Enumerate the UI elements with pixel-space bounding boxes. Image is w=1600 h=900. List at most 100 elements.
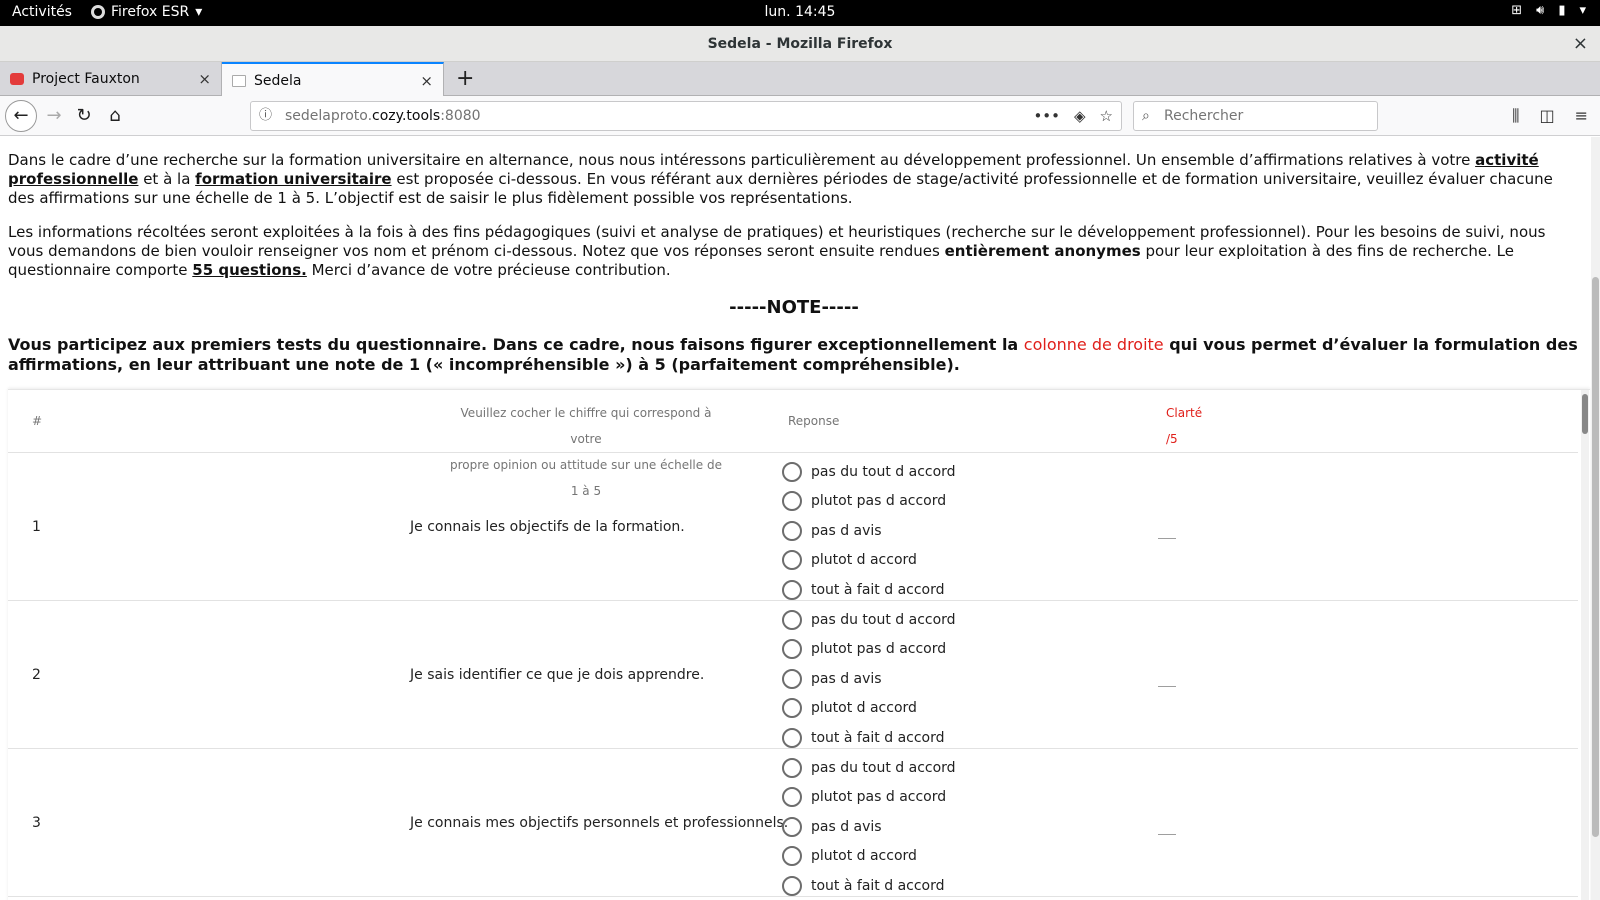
tab-sedela[interactable]: Sedela × (222, 62, 444, 97)
hamburger-menu-icon[interactable]: ≡ (1575, 102, 1588, 130)
question-number: 1 (32, 519, 41, 535)
tab-project-fauxton[interactable]: Project Fauxton × (0, 62, 222, 96)
radio-button[interactable] (782, 698, 802, 719)
note-red-highlight: colonne de droite (1023, 335, 1164, 354)
radio-button[interactable] (782, 846, 802, 867)
page-content: Dans le cadre d’une recherche sur la for… (0, 137, 1600, 900)
url-bar[interactable]: ⓘ sedelaproto.cozy.tools:8080 ••• ◈ ☆ (250, 101, 1122, 131)
header-question-line: Veuillez cocher le chiffre qui correspon… (460, 406, 712, 446)
chevron-down-icon: ▾ (1579, 3, 1586, 18)
option-label: pas du tout d accord (811, 611, 956, 628)
option-label: tout à fait d accord (811, 729, 945, 746)
site-info-icon[interactable]: ⓘ (259, 102, 272, 130)
radio-button[interactable] (782, 816, 802, 837)
search-input[interactable] (1164, 106, 1364, 126)
clarity-input[interactable] (1158, 833, 1176, 835)
clock[interactable]: lun. 14:45 (765, 4, 836, 20)
option[interactable]: tout à fait d accord (782, 871, 956, 900)
option-label: tout à fait d accord (811, 877, 945, 894)
activities-button[interactable]: Activités (12, 4, 72, 20)
volume-icon: 🔊︎ (1536, 3, 1545, 18)
app-menu[interactable]: Firefox ESR ▾ (91, 4, 202, 20)
bookmark-star-icon[interactable]: ☆ (1100, 102, 1113, 130)
url-port: :8080 (440, 108, 481, 124)
note-text: Vous participez aux premiers tests du qu… (8, 335, 1580, 375)
option[interactable]: pas du tout d accord (782, 753, 956, 783)
option[interactable]: pas du tout d accord (782, 457, 956, 487)
tab-bar: Project Fauxton × Sedela × + (0, 62, 1600, 97)
radio-button[interactable] (782, 727, 802, 748)
system-tray[interactable]: ⊞ 🔊︎ ▮ ▾ (1511, 3, 1586, 18)
pocket-icon[interactable]: ◈ (1074, 102, 1086, 130)
tab-close-icon[interactable]: × (198, 70, 211, 88)
tab-label: Project Fauxton (32, 71, 140, 87)
text-span: Dans le cadre d’une recherche sur la for… (8, 151, 1476, 169)
option[interactable]: plutot d accord (782, 546, 956, 576)
system-top-bar: Activités Firefox ESR ▾ lun. 14:45 ⊞ 🔊︎ … (0, 0, 1600, 26)
tab-label: Sedela (254, 72, 302, 89)
url-host-prefix: sedelaproto. (285, 108, 373, 124)
response-options: pas du tout d accord plutot pas d accord… (782, 753, 956, 900)
url-text[interactable]: sedelaproto.cozy.tools:8080 (285, 102, 481, 130)
radio-button[interactable] (782, 491, 802, 512)
option[interactable]: pas du tout d accord (782, 605, 956, 635)
option-label: plutot pas d accord (811, 493, 947, 510)
chevron-down-icon: ▾ (195, 4, 203, 20)
text-span: Merci d’avance de votre précieuse contri… (306, 261, 671, 279)
radio-button[interactable] (782, 550, 802, 571)
radio-button[interactable] (782, 787, 802, 808)
intro-paragraph-1: Dans le cadre d’une recherche sur la for… (8, 151, 1580, 208)
home-button[interactable]: ⌂ (101, 102, 129, 130)
option[interactable]: plutot d accord (782, 842, 956, 872)
option[interactable]: pas d avis (782, 812, 956, 842)
page-scrollbar-thumb[interactable] (1592, 277, 1599, 837)
option[interactable]: plutot pas d accord (782, 783, 956, 813)
response-options: pas du tout d accord plutot pas d accord… (782, 605, 956, 753)
header-clarity: Clarté /5 (1166, 400, 1202, 452)
library-icon[interactable]: ⫼ (1512, 102, 1519, 130)
table-scrollbar[interactable] (1581, 390, 1589, 900)
page-scrollbar[interactable] (1591, 137, 1600, 900)
radio-button[interactable] (782, 639, 802, 660)
back-button[interactable]: ← (5, 100, 37, 132)
option[interactable]: pas d avis (782, 664, 956, 694)
search-bar[interactable]: ⌕ (1133, 101, 1378, 131)
option[interactable]: plutot d accord (782, 694, 956, 724)
window-titlebar: Sedela - Mozilla Firefox × (0, 26, 1600, 62)
couchdb-favicon-icon (10, 73, 24, 85)
radio-button[interactable] (782, 668, 802, 689)
option[interactable]: pas d avis (782, 516, 956, 546)
reload-button[interactable]: ↻ (70, 102, 98, 130)
url-domain: cozy.tools (372, 108, 441, 124)
clarity-input[interactable] (1158, 537, 1176, 539)
header-clarity-line: /5 (1166, 432, 1178, 446)
app-menu-label: Firefox ESR (111, 4, 190, 20)
question-number: 2 (32, 667, 41, 683)
option[interactable]: plutot pas d accord (782, 487, 956, 517)
radio-button[interactable] (782, 520, 802, 541)
option[interactable]: plutot pas d accord (782, 635, 956, 665)
table-row: 3 Je connais mes objectifs personnels et… (8, 749, 1578, 897)
window-close-button[interactable]: × (1573, 26, 1588, 62)
table-scrollbar-thumb[interactable] (1582, 394, 1588, 434)
new-tab-button[interactable]: + (456, 66, 474, 91)
radio-button[interactable] (782, 579, 802, 600)
emphasis-questions: 55 questions. (192, 261, 307, 279)
radio-button[interactable] (782, 609, 802, 630)
radio-button[interactable] (782, 875, 802, 896)
sidebar-icon[interactable]: ◫ (1539, 102, 1554, 130)
option-label: pas du tout d accord (811, 759, 956, 776)
forward-button[interactable]: → (40, 102, 68, 130)
page-favicon-icon (232, 74, 246, 87)
option-label: pas d avis (811, 670, 882, 687)
radio-button[interactable] (782, 461, 802, 482)
header-clarity-line: Clarté (1166, 406, 1203, 420)
page-actions-icon[interactable]: ••• (1033, 102, 1060, 130)
intro-text: Dans le cadre d’une recherche sur la for… (8, 151, 1580, 295)
option-label: plutot d accord (811, 552, 917, 569)
clarity-input[interactable] (1158, 685, 1176, 687)
table-header: # Veuillez cocher le chiffre qui corresp… (8, 390, 1578, 498)
battery-icon: ▮ (1558, 3, 1566, 18)
tab-close-icon[interactable]: × (420, 72, 433, 90)
radio-button[interactable] (782, 757, 802, 778)
